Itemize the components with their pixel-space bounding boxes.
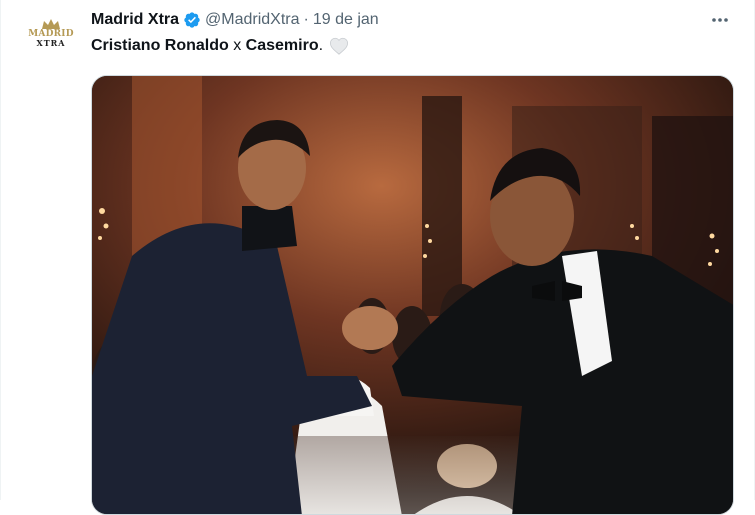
verified-badge-icon[interactable] <box>183 11 201 29</box>
tweet-photo[interactable] <box>91 75 734 515</box>
tweet-text: Cristiano Ronaldo x Casemiro . <box>91 37 349 55</box>
mention-text-2: Casemiro <box>245 37 319 54</box>
separator-dot: · <box>303 11 309 28</box>
text-connector: x <box>228 37 246 54</box>
tweet-card[interactable]: MADRID XTRA Madrid Xtra @MadridXtra · 19… <box>0 0 755 515</box>
mention-text-1: Cristiano Ronaldo <box>91 37 229 54</box>
handle[interactable]: @MadridXtra <box>205 11 300 29</box>
photo-ronaldo-casemiro <box>92 76 733 514</box>
tweet-header: Madrid Xtra @MadridXtra · 19 de jan <box>91 9 379 31</box>
tweet-date[interactable]: 19 de jan <box>313 11 379 29</box>
more-options-icon[interactable] <box>709 10 731 30</box>
avatar[interactable]: MADRID XTRA <box>26 8 76 58</box>
text-period: . <box>318 37 324 54</box>
display-name[interactable]: Madrid Xtra <box>91 11 179 29</box>
more-dots-icon <box>712 18 728 22</box>
avatar-brand-line2: XTRA <box>36 38 66 48</box>
white-heart-icon <box>330 37 349 55</box>
